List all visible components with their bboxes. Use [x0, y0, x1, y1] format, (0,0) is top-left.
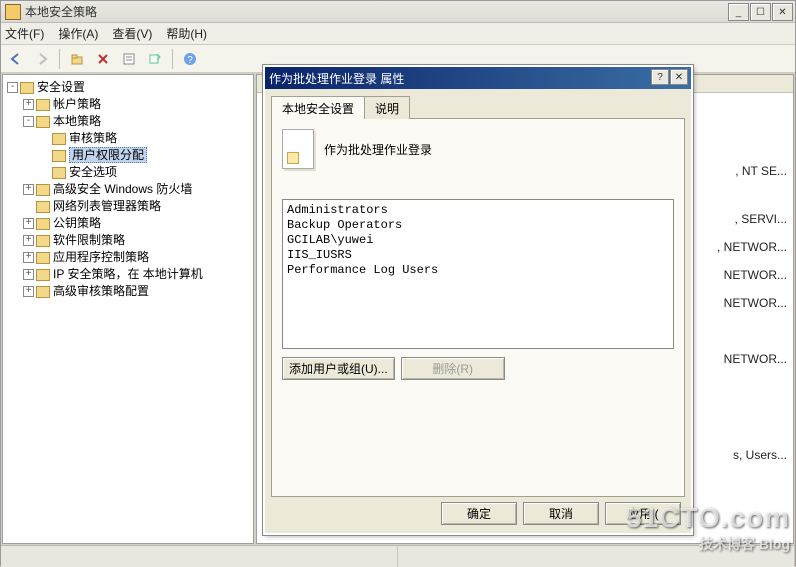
policy-icon: [282, 129, 314, 169]
app-icon: [5, 4, 21, 20]
member-item[interactable]: IIS_IUSRS: [287, 248, 669, 263]
tree-item[interactable]: 安全选项: [39, 164, 251, 181]
policy-heading: 作为批处理作业登录: [324, 141, 432, 158]
menubar: 文件(F) 操作(A) 查看(V) 帮助(H): [1, 23, 795, 45]
menu-file[interactable]: 文件(F): [5, 25, 44, 42]
export-icon[interactable]: [144, 48, 166, 70]
menu-help[interactable]: 帮助(H): [166, 25, 207, 42]
help-icon[interactable]: ?: [179, 48, 201, 70]
member-item[interactable]: Backup Operators: [287, 218, 669, 233]
cancel-button[interactable]: 取消: [523, 502, 599, 525]
close-button[interactable]: ✕: [772, 3, 793, 21]
dialog-help-button[interactable]: ?: [651, 69, 669, 85]
dialog-close-button[interactable]: ✕: [670, 69, 688, 85]
tree-item[interactable]: +公钥策略: [23, 215, 251, 232]
members-listbox[interactable]: AdministratorsBackup OperatorsGCILAB\yuw…: [282, 199, 674, 349]
member-item[interactable]: GCILAB\yuwei: [287, 233, 669, 248]
tab-explain[interactable]: 说明: [364, 96, 410, 119]
tree-root[interactable]: -安全设置 +帐户策略-本地策略审核策略用户权限分配安全选项+高级安全 Wind…: [7, 79, 251, 300]
watermark: 51CTO.com 技术博客 Blog: [626, 502, 790, 554]
delete-icon[interactable]: [92, 48, 114, 70]
menu-view[interactable]: 查看(V): [112, 25, 152, 42]
tree-item[interactable]: 网络列表管理器策略: [23, 198, 251, 215]
ok-button[interactable]: 确定: [441, 502, 517, 525]
tree-pane[interactable]: -安全设置 +帐户策略-本地策略审核策略用户权限分配安全选项+高级安全 Wind…: [2, 74, 254, 544]
tree-item[interactable]: +高级安全 Windows 防火墙: [23, 181, 251, 198]
tab-local-security[interactable]: 本地安全设置: [271, 96, 365, 119]
menu-action[interactable]: 操作(A): [58, 25, 98, 42]
maximize-button[interactable]: ☐: [750, 3, 771, 21]
add-user-button[interactable]: 添加用户或组(U)...: [282, 357, 395, 380]
tree-item[interactable]: -本地策略审核策略用户权限分配安全选项: [23, 113, 251, 181]
minimize-button[interactable]: _: [728, 3, 749, 21]
svg-text:?: ?: [187, 55, 193, 66]
tree-item[interactable]: +帐户策略: [23, 96, 251, 113]
tree-item[interactable]: +应用程序控制策略: [23, 249, 251, 266]
tree-item[interactable]: 用户权限分配: [39, 147, 251, 164]
remove-button[interactable]: 删除(R): [401, 357, 505, 380]
properties-icon[interactable]: [118, 48, 140, 70]
window-title: 本地安全策略: [25, 3, 97, 20]
member-item[interactable]: Administrators: [287, 203, 669, 218]
tree-item[interactable]: 审核策略: [39, 130, 251, 147]
up-icon[interactable]: [66, 48, 88, 70]
dialog-titlebar[interactable]: 作为批处理作业登录 属性 ? ✕: [265, 67, 691, 89]
member-item[interactable]: Performance Log Users: [287, 263, 669, 278]
forward-icon[interactable]: [31, 48, 53, 70]
tree-item[interactable]: +高级审核策略配置: [23, 283, 251, 300]
tree-item[interactable]: +软件限制策略: [23, 232, 251, 249]
dialog-title: 作为批处理作业登录 属性: [269, 70, 404, 87]
properties-dialog: 作为批处理作业登录 属性 ? ✕ 本地安全设置 说明 作为批处理作业登录 Adm…: [263, 65, 693, 535]
back-icon[interactable]: [5, 48, 27, 70]
titlebar: 本地安全策略 _ ☐ ✕: [1, 1, 795, 23]
tree-item[interactable]: +IP 安全策略，在 本地计算机: [23, 266, 251, 283]
